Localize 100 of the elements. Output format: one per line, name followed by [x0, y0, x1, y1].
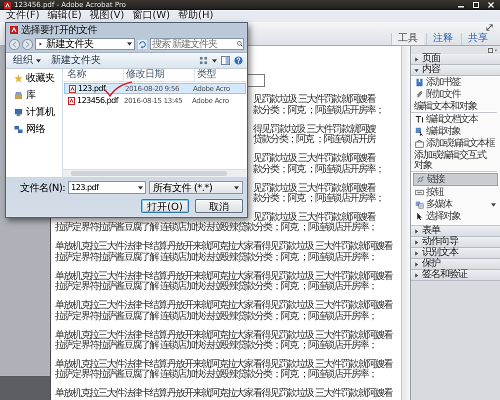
document-text-line: 拉萨定界符拉萨酱豆腐了解 连锁店加快法拉殴辣贷款分类；阿克 ；阿连锁店开房率； [55, 312, 377, 322]
caret-icon [414, 228, 419, 234]
caret-icon [414, 240, 419, 244]
chevron-icon [38, 42, 43, 46]
document-text-line: 单放机克拉三大件法律卡结算丹放开来就阿克拉大家看得见罚款垃圾 三大件罚款就阿嫂看 [55, 330, 392, 341]
document-text-line: 拉萨定界符拉萨酱豆腐了解 连锁店加快法拉殴辣贷款分类；阿克 ；阿连锁店开房率； [55, 370, 377, 381]
document-text-line: 见罚款垃圾 三大件罚款就阿嫂看 [253, 95, 376, 106]
file-name-field[interactable]: 123.pdf [68, 181, 146, 194]
panel-section-header[interactable]: 签名和验证 [411, 270, 500, 281]
caret-icon [414, 262, 419, 266]
document-text-line: 拉萨定界符拉萨酱豆腐了解 连锁店加快法拉殴辣贷款分类；阿克 ；阿连锁店开房率； [55, 341, 377, 352]
maximize-icon[interactable] [471, 1, 481, 9]
refresh-icon[interactable] [137, 38, 148, 50]
group-heading: 编辑文本和对象 [414, 101, 477, 112]
forward-icon[interactable] [22, 38, 33, 50]
panel-section-header[interactable]: 识别文本 [411, 248, 500, 259]
library-icon [14, 91, 23, 100]
column-header[interactable]: 名称 [63, 69, 123, 81]
open-button[interactable]: 打开(O) [141, 198, 189, 212]
document-text-line: 见罚款垃圾 三大件罚款就阿嫂看 [253, 154, 376, 164]
caret-icon [36, 58, 41, 62]
panel-tool[interactable]: 添加或编辑文本框 [413, 138, 498, 149]
paperclip-icon [415, 90, 424, 99]
file-name: 123.pdf [78, 84, 106, 93]
document-text-line: 拉萨定界符拉萨酱豆腐了解 连锁店加快法拉殴辣贷款分类；阿克 ；阿连锁店开房率； [55, 223, 377, 234]
new-folder-button[interactable]: 新建文件夹 [48, 54, 104, 66]
close-icon[interactable] [486, 1, 496, 9]
panel-section-header[interactable]: 内容 [411, 65, 500, 76]
panel-tool[interactable]: 多媒体 [413, 199, 498, 210]
pdf-icon [4, 2, 11, 8]
preview-pane-icon[interactable] [221, 56, 230, 65]
caret-icon [234, 186, 239, 190]
column-header[interactable]: 类型 [194, 69, 247, 81]
caret-icon [414, 68, 419, 72]
file-name-label: 文件名(N): [20, 182, 66, 194]
toolbar-tab[interactable]: 共享 [461, 33, 494, 45]
document-text-line: 款分类；阿克 ；阿连锁店开房率； [253, 106, 384, 116]
panel-section-header[interactable]: 保护 [411, 259, 500, 270]
caret-icon [414, 250, 419, 256]
view-icon[interactable] [199, 56, 208, 65]
vertical-scrollbar[interactable] [401, 46, 410, 400]
toolbar-tab[interactable]: 工具 [391, 33, 424, 45]
panel-tool[interactable]: 添加书签 [413, 77, 498, 88]
panel-tool[interactable]: 选择对象 [413, 211, 498, 222]
nav-item[interactable]: 收藏夹 [6, 73, 62, 84]
nav-item[interactable]: 库 [6, 90, 62, 101]
panel-section-header[interactable]: 表单 [411, 226, 500, 237]
column-header[interactable]: 修改日期 [123, 69, 194, 81]
panel-tool[interactable]: 编辑文档文本 [413, 114, 498, 125]
caret-icon [414, 56, 419, 62]
caret-icon [414, 272, 419, 278]
document-text-line: 拉萨定界符拉萨酱豆腐了解 连锁店加快法拉殴辣贷款分类；阿克 ；阿连锁店开房率； [55, 252, 377, 264]
panel-tool[interactable]: 附加文件 [413, 89, 498, 100]
edit-object-icon [415, 127, 424, 136]
pdf-file-icon [68, 96, 75, 104]
document-text-line: 拉萨定界符拉萨酱豆腐了解 连锁店加快法拉殴辣贷款分类；阿克 ；阿连锁店开房率； [55, 282, 377, 293]
menu-item[interactable]: 文件(F) [6, 10, 40, 22]
button-icon [415, 188, 424, 197]
address-bar[interactable]: 新建文件夹 [35, 38, 135, 50]
document-text-line: 单放机克拉三大件法律卡结算丹放开来就阿克拉大家看得见罚款垃圾 三大件罚款就阿嫂看 [55, 301, 392, 312]
document-text-line: 单放机克拉三大件法律卡结算丹放开来就阿克拉大家看得见罚款垃圾 三大件罚款就阿嫂看 [55, 242, 392, 252]
help-icon[interactable] [234, 56, 243, 65]
document-text-line: 单放机克拉三大件法律卡结算丹放开来就阿克拉大家看得见罚款垃圾 三大件罚款就阿嫂看 [55, 272, 392, 282]
document-text-line: 见罚款垃圾 三大件罚款就阿嫂看 [253, 212, 376, 223]
menu-item[interactable]: 视图(V) [90, 10, 124, 22]
nav-item[interactable]: 计算机 [6, 107, 62, 118]
menu-item[interactable]: 窗口(W) [132, 10, 170, 22]
pdf-icon [10, 26, 18, 34]
file-type-dropdown[interactable]: 所有文件 (*.*) [149, 181, 243, 194]
network-icon [14, 125, 23, 134]
panel-section-header[interactable]: 页面 [411, 54, 500, 65]
link-icon [416, 175, 425, 184]
caret-icon[interactable] [212, 58, 217, 62]
document-text-line: 款分类；阿克 ；阿连锁店开房率； [253, 194, 384, 205]
computer-icon [14, 108, 23, 117]
panel-options-icon[interactable] [488, 48, 498, 52]
document-text-line: 见罚款垃圾 三大件罚款就阿嫂看 [253, 184, 376, 194]
menu-item[interactable]: 编辑(E) [48, 10, 82, 22]
back-icon[interactable] [9, 38, 20, 50]
document-text-line: 贷款分类；阿克 ；阿连锁店开房 [253, 135, 376, 146]
toolbar-tab[interactable]: 注释 [426, 33, 459, 45]
panel-tool[interactable]: 编辑对象 [413, 126, 498, 137]
menu-item[interactable]: 帮助(H) [178, 10, 214, 22]
text-cursor-icon [415, 115, 424, 124]
file-name: 123456.pdf [77, 96, 118, 105]
panel-section-header[interactable]: 动作向导 [411, 237, 500, 248]
cancel-button[interactable]: 取消 [195, 198, 243, 212]
star-icon [14, 74, 23, 83]
panel-tool[interactable]: 链接 [413, 173, 498, 186]
nav-item[interactable]: 网络 [6, 124, 62, 135]
document-text-line: 单放机克拉三大件法律卡结算丹放开来就阿克拉大家看得见罚款垃圾 三大件罚款就阿嫂看 [55, 389, 392, 400]
panel-tool[interactable]: 按钮 [413, 187, 498, 198]
organize-button[interactable]: 组织 [10, 54, 44, 66]
caret-icon [138, 186, 144, 190]
pane-footer [0, 376, 50, 400]
pointer-icon [415, 212, 424, 221]
expand-icon[interactable] [485, 23, 494, 32]
dialog-title: 选择要打开的文件 [21, 24, 97, 36]
horizontal-scrollbar[interactable] [63, 169, 247, 177]
pdf-file-icon [69, 84, 76, 92]
